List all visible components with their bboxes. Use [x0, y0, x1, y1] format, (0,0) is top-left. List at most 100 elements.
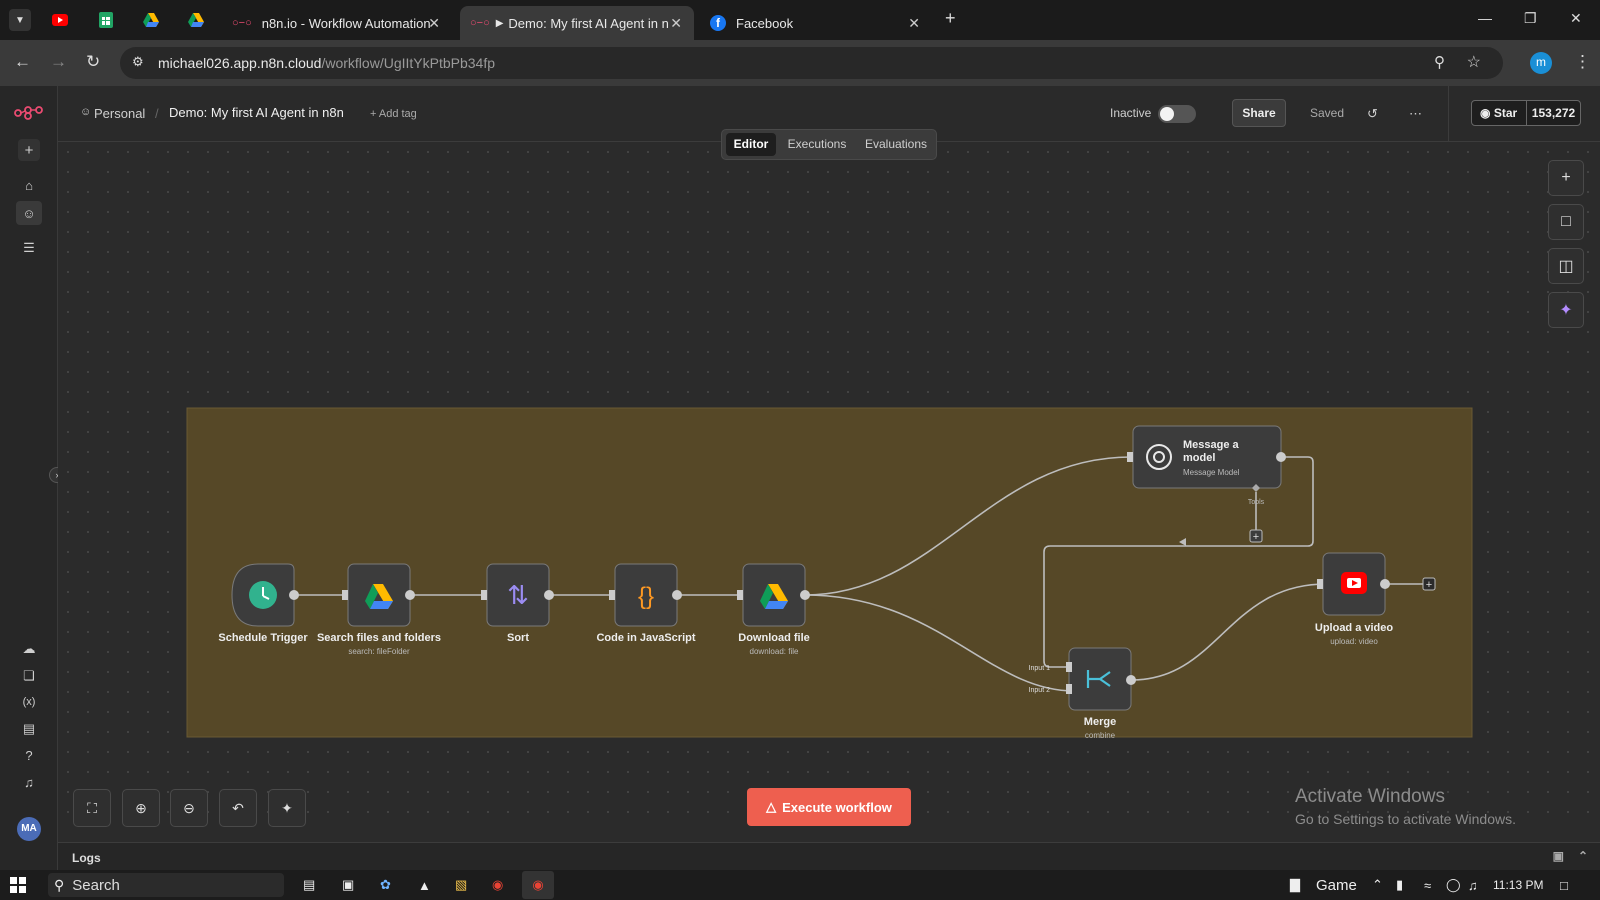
tab-title: Demo: My first AI Agent in n [508, 15, 669, 31]
workflow-title[interactable]: Demo: My first AI Agent in n8n [169, 105, 344, 120]
expand-logs-icon[interactable]: ⌃ [1578, 849, 1588, 863]
tray-network-icon[interactable]: ≈ [1424, 876, 1431, 894]
restore-icon[interactable]: ❐ [1524, 10, 1537, 27]
add-tag-button[interactable]: + Add tag [370, 108, 417, 120]
tab-evaluations[interactable]: Evaluations [858, 133, 934, 156]
minimize-icon[interactable]: — [1478, 10, 1492, 26]
new-tab-icon[interactable]: + [945, 8, 956, 29]
close-tab-icon[interactable]: ✕ [670, 15, 682, 32]
youtube-favicon-icon[interactable] [50, 10, 70, 30]
tab-editor[interactable]: Editor [726, 133, 776, 156]
node-title: Merge [1084, 716, 1116, 728]
node-download-file[interactable]: Download file download: file [737, 563, 810, 656]
tools-label: Tools [1248, 499, 1265, 506]
undo-button[interactable]: ↶ [219, 789, 257, 827]
drive-favicon-icon[interactable] [141, 10, 161, 30]
chrome-icon[interactable]: ◉ [492, 876, 503, 894]
tray-chevron-icon[interactable]: ⌃ [1372, 876, 1383, 894]
node-title: Sort [507, 632, 529, 644]
tab-facebook[interactable]: f Facebook ✕ [700, 6, 932, 40]
close-tab-icon[interactable]: ✕ [428, 15, 440, 32]
reload-icon[interactable]: ↻ [86, 52, 100, 72]
browser-menu-icon[interactable]: ⋮ [1574, 52, 1591, 72]
tab-n8n-workflow-automation[interactable]: ○−○ n8n.io - Workflow Automation ✕ [222, 6, 452, 40]
notification-center-icon[interactable]: □ [1560, 876, 1568, 894]
more-options-icon[interactable]: ⋯ [1409, 106, 1422, 122]
workflow-canvas[interactable]: ⚡ Schedule Trigger Search files and fold… [58, 142, 1600, 822]
svg-text:+: + [1426, 579, 1432, 591]
zoom-out-button[interactable]: ⊖ [170, 789, 208, 827]
tab-demo-ai-agent[interactable]: ○−○ ▶ Demo: My first AI Agent in n ✕ [460, 6, 694, 40]
execute-workflow-button[interactable]: △ Execute workflow [747, 788, 911, 826]
nba-icon[interactable]: ▇ [1290, 876, 1300, 894]
logs-panel[interactable]: Logs ▣ ⌃ [58, 842, 1600, 870]
forward-icon[interactable]: → [50, 52, 67, 72]
left-sidebar: + ⌂ ☺ ☰ › ☁ ❏ (x) ▤ ? ♫ MA [0, 86, 65, 870]
node-upload-video[interactable]: Upload a video upload: video [1315, 552, 1394, 646]
variables-icon[interactable]: (x) [19, 692, 39, 712]
site-info-icon[interactable]: ⚙ [132, 54, 144, 70]
notifications-icon[interactable]: ♫ [19, 772, 39, 792]
back-icon[interactable]: ← [14, 52, 31, 72]
store-icon[interactable]: ▣ [342, 876, 354, 894]
add-node-button[interactable]: + [1548, 160, 1584, 196]
github-star-count: 153,272 [1531, 106, 1576, 120]
n8n-logo-icon[interactable] [14, 106, 44, 125]
sticky-note-button[interactable]: □ [1548, 204, 1584, 240]
browser-tab-bar: ▼ ○−○ n8n.io - Workflow Automation ✕ ○−○… [0, 0, 1600, 40]
home-icon[interactable]: ⌂ [19, 175, 39, 195]
chrome-active-icon[interactable]: ◉ [522, 871, 554, 899]
history-icon[interactable]: ↺ [1367, 106, 1378, 122]
drive-favicon-icon[interactable] [186, 10, 206, 30]
add-icon[interactable]: + [18, 139, 40, 161]
insights-chart-icon[interactable]: ▤ [19, 719, 39, 739]
share-button[interactable]: Share [1232, 99, 1286, 127]
bookmark-star-icon[interactable]: ☆ [1467, 52, 1481, 72]
tidy-up-button[interactable]: ✦ [268, 789, 306, 827]
taskbar-search[interactable]: ⚲ Search [48, 873, 284, 897]
personal-icon[interactable]: ☺ [16, 201, 42, 225]
github-star-text: Star [1493, 106, 1518, 120]
view-tabs: Editor Executions Evaluations [721, 129, 937, 160]
github-star-label: ◉ Star [1472, 101, 1527, 125]
tab-title: n8n.io - Workflow Automation [261, 15, 431, 31]
ai-assistant-button[interactable]: ✦ [1548, 292, 1584, 328]
n8n-favicon-icon: ○−○ [470, 17, 490, 29]
zoom-in-button[interactable]: ⊕ [122, 789, 160, 827]
fit-view-button[interactable]: ⛶ [73, 789, 111, 827]
task-view-icon[interactable]: ▤ [303, 876, 315, 894]
node-title: Code in JavaScript [596, 632, 695, 644]
tray-wifi-icon[interactable]: ◯ [1446, 876, 1461, 894]
copilot-icon[interactable]: ✿ [380, 876, 391, 894]
pop-out-icon[interactable]: ▣ [1553, 849, 1564, 863]
templates-icon[interactable]: ❏ [19, 666, 39, 686]
file-explorer-icon[interactable]: ▧ [455, 876, 467, 894]
projects-layers-icon[interactable]: ☰ [19, 238, 39, 258]
taskbar-clock[interactable]: 11:13 PM [1493, 876, 1543, 894]
panel-toggle-button[interactable]: ◫ [1548, 248, 1584, 284]
tray-device-icon[interactable]: ▮ [1396, 876, 1403, 894]
cloud-icon[interactable]: ☁ [19, 639, 39, 659]
app-icon[interactable]: ▲ [418, 876, 431, 894]
header-divider [1448, 86, 1449, 142]
windows-start-icon[interactable] [10, 876, 26, 894]
breadcrumb-personal[interactable]: Personal [94, 106, 145, 121]
profile-avatar[interactable]: m [1530, 52, 1552, 74]
node-subtitle: download: file [750, 647, 799, 656]
code-braces-icon: {} [638, 583, 654, 610]
user-avatar[interactable]: MA [17, 817, 41, 841]
help-icon[interactable]: ? [19, 745, 39, 765]
windows-taskbar: ⚲ Search ▤ ▣ ✿ ▲ ▧ ◉ ◉ ▇ Game ⌃ ▮ ≈ ◯ ♫ … [0, 870, 1600, 900]
close-tab-icon[interactable]: ✕ [908, 15, 920, 32]
tab-executions[interactable]: Executions [780, 133, 854, 156]
breadcrumb-separator: / [155, 106, 159, 121]
workflow-graph: ⚡ Schedule Trigger Search files and fold… [186, 407, 1473, 740]
tab-list-chevron-icon[interactable]: ▼ [9, 9, 31, 31]
active-toggle[interactable] [1158, 105, 1196, 123]
url-field[interactable]: ⚙ michael026.app.n8n.cloud/workflow/UgII… [120, 47, 1503, 79]
sheets-favicon-icon[interactable] [96, 10, 116, 30]
zoom-icon[interactable]: ⚲ [1434, 53, 1445, 71]
github-star-button[interactable]: ◉ Star 153,272 [1471, 100, 1581, 126]
close-window-icon[interactable]: ✕ [1570, 10, 1582, 27]
tray-volume-icon[interactable]: ♫ [1468, 876, 1478, 894]
